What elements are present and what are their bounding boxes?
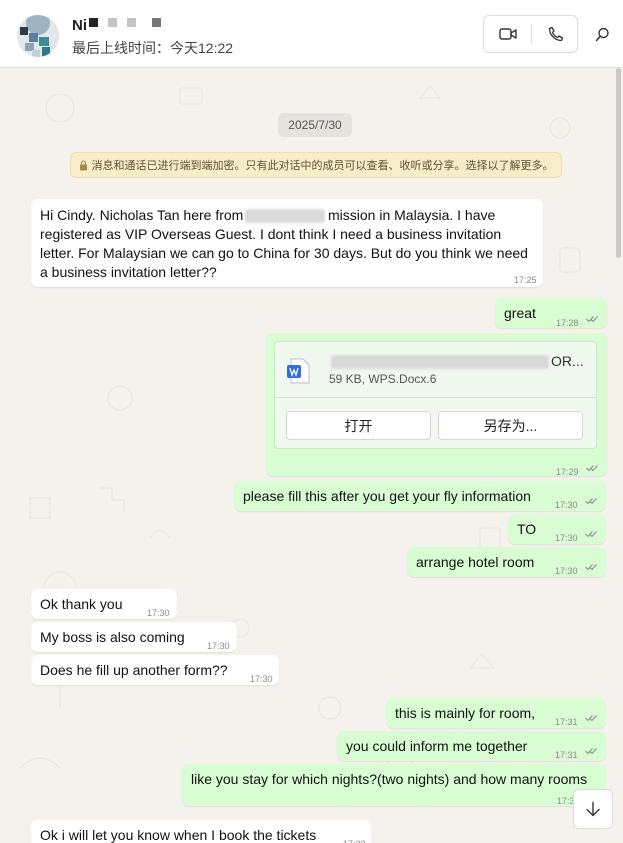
message-time: 17:28 bbox=[556, 318, 579, 328]
incoming-message[interactable]: Ok thank you 17:30 bbox=[31, 589, 177, 619]
message-text: letter. For Malaysian we can go to China… bbox=[40, 245, 528, 261]
search-icon bbox=[595, 27, 609, 41]
message-time: 17:30 bbox=[555, 533, 578, 543]
contact-name[interactable]: Ni bbox=[72, 17, 87, 34]
message-text: a business invitation letter?? bbox=[40, 264, 217, 280]
message-time: 17:32 bbox=[343, 835, 366, 843]
double-check-icon bbox=[585, 748, 597, 755]
lock-icon bbox=[79, 159, 87, 170]
save-as-button[interactable]: 另存为... bbox=[438, 411, 583, 440]
chat-header: Ni 最后上线时间：今天12:22 bbox=[0, 0, 623, 68]
redacted-text bbox=[245, 209, 325, 223]
message-list[interactable]: 2025/7/30 消息和通话已进行端到端加密。只有此对话中的成员可以查看、收听… bbox=[0, 68, 623, 843]
double-check-icon bbox=[585, 498, 597, 505]
message-time: 17:30 bbox=[147, 608, 170, 618]
document-card[interactable]: OR... 59 KB, WPS.Docx.6 打开 另存为... bbox=[274, 341, 597, 449]
message-time: 17:25 bbox=[514, 275, 537, 285]
outgoing-message[interactable]: arrange hotel room 17:30 bbox=[407, 547, 606, 577]
outgoing-message[interactable]: please fill this after you get your fly … bbox=[234, 481, 606, 511]
message-text: arrange hotel room bbox=[416, 554, 535, 570]
scroll-to-bottom-button[interactable] bbox=[573, 789, 613, 829]
outgoing-message[interactable]: this is mainly for room, 17:31 bbox=[386, 698, 606, 728]
message-text: mission in Malaysia. I have bbox=[328, 207, 496, 223]
video-call-button[interactable] bbox=[484, 16, 531, 52]
message-text: Does he fill up another form?? bbox=[40, 662, 228, 678]
message-text: please fill this after you get your fly … bbox=[243, 488, 531, 504]
message-time: 17:30 bbox=[250, 674, 273, 684]
contact-avatar[interactable] bbox=[17, 15, 59, 57]
redacted-name-block bbox=[152, 18, 161, 27]
message-time: 17:30 bbox=[207, 641, 230, 651]
incoming-message[interactable]: My boss is also coming 17:30 bbox=[31, 622, 237, 652]
divider bbox=[275, 397, 596, 398]
phone-icon bbox=[548, 26, 563, 42]
message-text: you could inform me together bbox=[346, 738, 528, 754]
double-check-icon bbox=[585, 715, 597, 722]
message-text: registered as VIP Overseas Guest. I dont… bbox=[40, 226, 502, 242]
scrollbar[interactable] bbox=[613, 68, 623, 843]
outgoing-message[interactable]: like you stay for which nights?(two nigh… bbox=[182, 764, 606, 806]
voice-call-button[interactable] bbox=[532, 16, 579, 52]
double-check-icon bbox=[585, 531, 597, 538]
outgoing-message[interactable]: great 17:28 bbox=[495, 298, 607, 328]
encryption-notice-text: 消息和通话已进行端到端加密。只有此对话中的成员可以查看、收听或分享。选择以了解更… bbox=[91, 160, 554, 172]
call-button-group bbox=[483, 15, 578, 53]
message-time: 17:30 bbox=[555, 500, 578, 510]
message-text: great bbox=[504, 305, 536, 321]
open-document-button[interactable]: 打开 bbox=[286, 411, 431, 440]
redacted-name-block bbox=[108, 18, 117, 27]
incoming-message[interactable]: Ok i will let you know when I book the t… bbox=[31, 820, 371, 843]
outgoing-message[interactable]: you could inform me together 17:31 bbox=[337, 731, 606, 761]
double-check-icon bbox=[586, 316, 598, 323]
encryption-notice[interactable]: 消息和通话已进行端到端加密。只有此对话中的成员可以查看、收听或分享。选择以了解更… bbox=[70, 152, 562, 178]
message-time: 17:30 bbox=[555, 566, 578, 576]
redacted-name-block bbox=[89, 18, 98, 27]
date-separator: 2025/7/30 bbox=[278, 113, 352, 137]
message-text: this is mainly for room, bbox=[395, 705, 536, 721]
word-document-icon bbox=[287, 358, 310, 384]
outgoing-message[interactable]: TO 17:30 bbox=[508, 514, 606, 544]
incoming-message[interactable]: Does he fill up another form?? 17:30 bbox=[31, 655, 279, 685]
arrow-down-icon bbox=[586, 801, 600, 817]
double-check-icon bbox=[586, 465, 598, 472]
message-text: like you stay for which nights?(two nigh… bbox=[191, 771, 588, 787]
double-check-icon bbox=[585, 564, 597, 571]
message-text: Hi Cindy. Nicholas Tan here from bbox=[40, 207, 244, 223]
message-text: Ok thank you bbox=[40, 596, 123, 612]
message-text: My boss is also coming bbox=[40, 629, 185, 645]
message-time: 17:31 bbox=[555, 750, 578, 760]
message-time: 17:3 bbox=[557, 796, 575, 806]
redacted-name-block bbox=[127, 18, 136, 27]
redacted-file-name bbox=[331, 355, 549, 369]
message-text: TO bbox=[517, 521, 537, 537]
message-text: Ok i will let you know when I book the t… bbox=[40, 827, 317, 843]
search-button[interactable] bbox=[590, 22, 614, 46]
document-meta: 59 KB, WPS.Docx.6 bbox=[329, 372, 437, 386]
scrollbar-thumb[interactable] bbox=[616, 68, 621, 258]
document-name-suffix: OR... bbox=[551, 353, 584, 369]
message-time: 17:29 bbox=[556, 467, 579, 477]
video-camera-icon bbox=[498, 28, 517, 40]
incoming-message[interactable]: Hi Cindy. Nicholas Tan here from mission… bbox=[31, 199, 543, 287]
last-seen-status: 最后上线时间：今天12:22 bbox=[72, 40, 234, 56]
message-time: 17:31 bbox=[555, 717, 578, 727]
